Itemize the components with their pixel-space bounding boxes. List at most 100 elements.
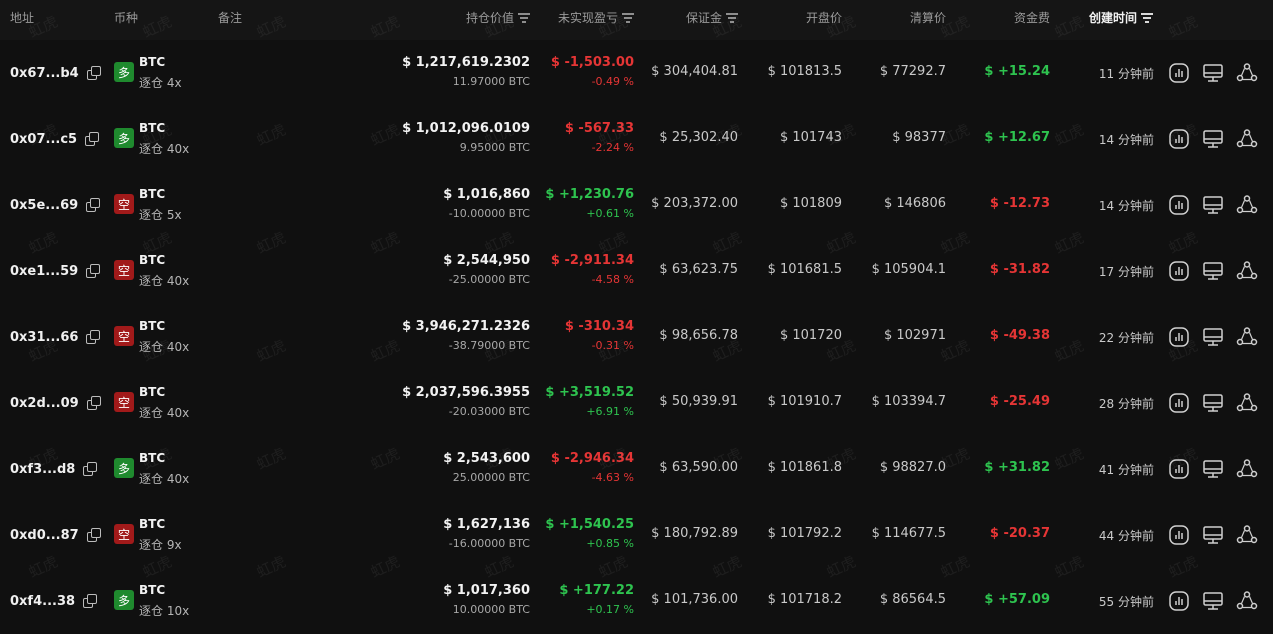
position-value: $ 2,543,600 (443, 451, 530, 466)
monitor-icon[interactable] (1202, 128, 1224, 150)
header-position-value[interactable]: 持仓价值 (420, 9, 530, 26)
address-text[interactable]: 0xf3...d8 (10, 462, 75, 477)
table-row: 0x31...66 空 BTC 逐仓 40x $ 3,946,271.2326 … (0, 304, 1273, 370)
address-text[interactable]: 0xe1...59 (10, 264, 78, 279)
open-price: $ 101813.5 (767, 64, 842, 79)
share-icon[interactable] (1236, 590, 1258, 612)
share-icon[interactable] (1236, 260, 1258, 282)
position-size: -38.79000 BTC (448, 339, 530, 352)
open-price: $ 101720 (779, 328, 842, 343)
funding-fee: $ +31.82 (984, 460, 1050, 475)
copy-icon[interactable] (85, 132, 100, 146)
chart-icon[interactable] (1168, 260, 1190, 282)
coin-name: BTC (139, 517, 166, 531)
funding-fee: $ +15.24 (984, 64, 1050, 79)
unrealized-pnl: $ -2,946.34 (550, 451, 634, 466)
address-text[interactable]: 0x2d...09 (10, 396, 79, 411)
unrealized-pnl: $ +3,519.52 (545, 385, 634, 400)
margin-mode-leverage: 逐仓 40x (139, 274, 190, 288)
address-cell[interactable]: 0x67...b4 (10, 40, 101, 106)
unrealized-pnl-percent: -4.63 % (591, 471, 634, 484)
chart-icon[interactable] (1168, 128, 1190, 150)
share-icon[interactable] (1236, 326, 1258, 348)
chart-icon[interactable] (1168, 590, 1190, 612)
sort-icon[interactable] (518, 13, 530, 23)
address-text[interactable]: 0x5e...69 (10, 198, 78, 213)
monitor-icon[interactable] (1202, 458, 1224, 480)
monitor-icon[interactable] (1202, 194, 1224, 216)
long-badge: 多 (114, 62, 134, 82)
copy-icon[interactable] (83, 594, 98, 608)
address-cell[interactable]: 0x5e...69 (10, 172, 101, 238)
chart-icon[interactable] (1168, 194, 1190, 216)
unrealized-pnl: $ +1,230.76 (545, 187, 634, 202)
address-cell[interactable]: 0xe1...59 (10, 238, 101, 304)
chart-icon[interactable] (1168, 62, 1190, 84)
header-coin: 币种 (114, 11, 139, 25)
address-cell[interactable]: 0xf3...d8 (10, 436, 98, 502)
margin-mode-leverage: 逐仓 40x (139, 472, 190, 486)
long-badge: 多 (114, 128, 134, 148)
coin-name: BTC (139, 253, 166, 267)
monitor-icon[interactable] (1202, 590, 1224, 612)
copy-icon[interactable] (86, 396, 101, 410)
header-created-time[interactable]: 创建时间 (1089, 9, 1154, 26)
copy-icon[interactable] (86, 66, 101, 80)
copy-icon[interactable] (83, 462, 98, 476)
coin-name: BTC (139, 451, 166, 465)
copy-icon[interactable] (86, 528, 101, 542)
chart-icon[interactable] (1168, 458, 1190, 480)
share-icon[interactable] (1236, 62, 1258, 84)
table-row: 0x2d...09 空 BTC 逐仓 40x $ 2,037,596.3955 … (0, 370, 1273, 436)
monitor-icon[interactable] (1202, 62, 1224, 84)
address-cell[interactable]: 0xf4...38 (10, 568, 98, 634)
margin-value: $ 304,404.81 (651, 64, 738, 79)
monitor-icon[interactable] (1202, 326, 1224, 348)
address-cell[interactable]: 0x31...66 (10, 304, 101, 370)
unrealized-pnl-percent: -4.58 % (591, 273, 634, 286)
share-icon[interactable] (1236, 524, 1258, 546)
long-badge: 多 (114, 590, 134, 610)
funding-fee: $ -25.49 (989, 394, 1050, 409)
long-badge: 多 (114, 458, 134, 478)
header-unrealized-pnl[interactable]: 未实现盈亏 (540, 9, 634, 26)
monitor-icon[interactable] (1202, 392, 1224, 414)
address-text[interactable]: 0x67...b4 (10, 66, 79, 81)
address-cell[interactable]: 0xd0...87 (10, 502, 101, 568)
liq-price: $ 86564.5 (879, 592, 946, 607)
position-size: -25.00000 BTC (448, 273, 530, 286)
margin-value: $ 63,590.00 (659, 460, 738, 475)
share-icon[interactable] (1236, 392, 1258, 414)
address-text[interactable]: 0x31...66 (10, 330, 78, 345)
sort-icon[interactable] (1141, 13, 1154, 23)
copy-icon[interactable] (86, 330, 101, 344)
copy-icon[interactable] (86, 198, 101, 212)
share-icon[interactable] (1236, 194, 1258, 216)
address-text[interactable]: 0x07...c5 (10, 132, 77, 147)
address-text[interactable]: 0xf4...38 (10, 594, 75, 609)
table-row: 0xe1...59 空 BTC 逐仓 40x $ 2,544,950 -25.0… (0, 238, 1273, 304)
position-value: $ 3,946,271.2326 (402, 319, 530, 334)
funding-fee: $ -49.38 (989, 328, 1050, 343)
share-icon[interactable] (1236, 128, 1258, 150)
unrealized-pnl-percent: +0.61 % (586, 207, 634, 220)
copy-icon[interactable] (86, 264, 101, 278)
address-cell[interactable]: 0x07...c5 (10, 106, 100, 172)
header-margin[interactable]: 保证金 (660, 9, 738, 26)
short-badge: 空 (114, 524, 134, 544)
position-value: $ 1,627,136 (443, 517, 530, 532)
sort-icon[interactable] (622, 13, 634, 23)
sort-icon[interactable] (726, 13, 738, 23)
monitor-icon[interactable] (1202, 260, 1224, 282)
unrealized-pnl-percent: -0.49 % (591, 75, 634, 88)
monitor-icon[interactable] (1202, 524, 1224, 546)
chart-icon[interactable] (1168, 392, 1190, 414)
address-text[interactable]: 0xd0...87 (10, 528, 79, 543)
chart-icon[interactable] (1168, 326, 1190, 348)
address-cell[interactable]: 0x2d...09 (10, 370, 101, 436)
coin-name: BTC (139, 319, 166, 333)
chart-icon[interactable] (1168, 524, 1190, 546)
liq-price: $ 105904.1 (871, 262, 946, 277)
unrealized-pnl: $ +1,540.25 (545, 517, 634, 532)
share-icon[interactable] (1236, 458, 1258, 480)
